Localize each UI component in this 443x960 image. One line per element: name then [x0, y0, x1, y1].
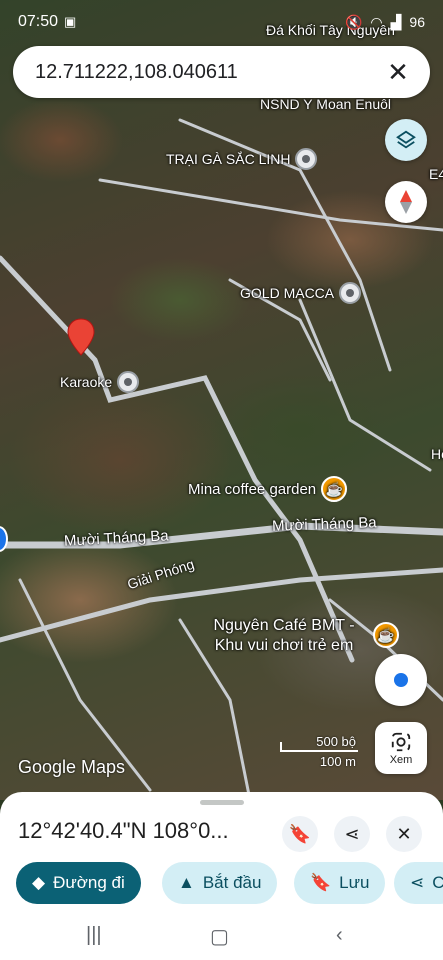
start-chip[interactable]: ▲ Bắt đầu — [162, 862, 278, 904]
save-chip[interactable]: 🔖 Lưu — [294, 862, 386, 904]
scale-bottom-label: 100 m — [319, 754, 356, 769]
road-label: Mười Tháng Ba — [271, 514, 377, 535]
layers-button[interactable] — [385, 119, 427, 161]
cafe-icon: ☕ — [321, 476, 348, 502]
place-mina-coffee[interactable]: Mina coffee garden ☕ — [188, 476, 348, 502]
place-name: Mina coffee garden — [188, 480, 317, 498]
chip-label: Đường đi — [53, 873, 125, 892]
place-name: NSND Y Moan Enuôl — [260, 96, 391, 112]
cafe-icon: ☕ — [373, 622, 399, 648]
photo-icon: ▣ — [64, 14, 77, 29]
close-icon: ✕ — [396, 823, 412, 844]
compass-icon — [400, 190, 412, 214]
directions-icon: ◆ — [32, 873, 46, 892]
drag-handle[interactable] — [200, 800, 244, 805]
close-sheet-button[interactable]: ✕ — [386, 816, 422, 852]
directions-chip[interactable]: ◆ Đường đi — [16, 862, 141, 904]
dropped-pin-icon[interactable] — [66, 318, 96, 356]
road — [298, 298, 432, 472]
scale-top-label: 500 bộ — [316, 734, 356, 749]
coordinate-title: 12°42'40.4"N 108°0... — [18, 818, 229, 843]
place-name: TRẠI GÀ SẮC LINH — [166, 151, 291, 167]
share-chip[interactable]: ⋖ C — [394, 862, 443, 904]
chip-label: Bắt đầu — [202, 873, 262, 892]
compass-button[interactable] — [385, 181, 427, 223]
recents-icon[interactable]: ||| — [86, 924, 102, 947]
system-nav-bar: ||| ▢ ‹ — [0, 916, 443, 960]
scale-bar: 500 bộ 100 m — [280, 732, 360, 772]
edge-label: E4 — [429, 166, 443, 182]
poi-icon — [117, 371, 140, 393]
status-bar: 07:50 ▣ 🔇 ◠ ▟ 96 — [0, 0, 443, 44]
place-trai-ga[interactable]: TRẠI GÀ SẮC LINH — [166, 148, 318, 170]
edge-label: Hơ — [431, 446, 443, 462]
save-button[interactable]: 🔖 — [282, 816, 318, 852]
place-name: Nguyên Café BMT - Khu vui chơi trẻ em — [213, 617, 355, 654]
wifi-icon: ◠ — [370, 13, 383, 30]
lens-button[interactable]: Xem — [375, 722, 427, 774]
battery-level: 96 — [409, 13, 425, 30]
share-icon: ⋖ — [344, 823, 360, 844]
layers-icon — [396, 130, 416, 149]
search-input[interactable]: 12.711222,108.040611 — [35, 61, 384, 84]
poi-icon — [339, 282, 362, 304]
google-maps-logo: Google Maps — [18, 757, 126, 777]
poi-icon — [295, 148, 318, 170]
mute-icon: 🔇 — [344, 13, 363, 30]
place-name: GOLD MACCA — [240, 285, 335, 301]
back-icon[interactable]: ‹ — [336, 924, 343, 947]
chip-label: C — [432, 873, 443, 892]
lens-label: Xem — [389, 753, 413, 766]
place-name: Karaoke — [60, 374, 113, 390]
share-icon: ⋖ — [410, 873, 425, 892]
bookmark-icon: 🔖 — [288, 823, 312, 844]
battery-icon: 96 — [409, 14, 425, 31]
place-nguyen-cafe[interactable]: Nguyên Café BMT - Khu vui chơi trẻ em ☕ — [200, 616, 399, 656]
close-icon[interactable]: ✕ — [384, 59, 412, 85]
lens-icon — [391, 732, 411, 751]
home-icon[interactable]: ▢ — [210, 924, 229, 949]
chip-label: Lưu — [339, 873, 370, 892]
place-gold-macca[interactable]: GOLD MACCA — [240, 282, 362, 304]
my-location-button[interactable] — [375, 654, 427, 706]
action-chips: ◆ Đường đi ▲ Bắt đầu 🔖 Lưu ⋖ C — [16, 862, 443, 906]
signal-icon: ▟ — [390, 13, 402, 30]
status-time: 07:50 — [18, 13, 59, 30]
search-bar[interactable]: 12.711222,108.040611 ✕ — [13, 46, 430, 98]
navigation-icon: ▲ — [178, 873, 195, 892]
place-nsnd[interactable]: NSND Y Moan Enuôl — [260, 96, 391, 112]
place-karaoke[interactable]: Karaoke — [60, 371, 140, 393]
bookmark-icon: 🔖 — [310, 873, 332, 892]
my-location-icon — [394, 673, 408, 687]
share-button[interactable]: ⋖ — [334, 816, 370, 852]
